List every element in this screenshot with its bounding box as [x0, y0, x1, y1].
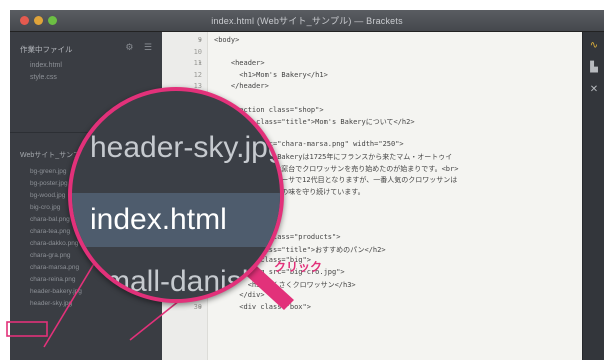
code-line[interactable]: </header>: [214, 82, 269, 90]
title-bar: index.html (Webサイト_サンプル) — Brackets: [10, 10, 604, 32]
split-view-icon[interactable]: ☰: [144, 42, 152, 52]
magnifier-zoom: header-sky.jpg index.html small-danish.p…: [68, 87, 284, 303]
right-toolbar: ∿ ▙ ✕: [582, 32, 604, 360]
fold-toggle-icon[interactable]: ▾: [198, 36, 206, 44]
working-files-header: 作業中ファイル: [20, 45, 73, 54]
code-line[interactable]: <body>: [214, 36, 239, 44]
click-callout-label: クリック: [274, 260, 323, 274]
fold-toggle-icon[interactable]: ▾: [198, 303, 206, 311]
magnified-selected-file-item[interactable]: index.html: [90, 203, 227, 237]
inspect-icon[interactable]: ✕: [588, 84, 600, 96]
fold-toggle-icon[interactable]: ▾: [198, 59, 206, 67]
magnified-file-item: header-sky.jpg: [90, 131, 284, 164]
code-line[interactable]: <header>: [214, 59, 265, 67]
line-number: 30: [193, 302, 202, 311]
open-file-item[interactable]: style.css: [30, 74, 57, 81]
file-tree-item[interactable]: header-bakery.jpg: [30, 286, 82, 298]
gear-icon[interactable]: ⚙: [125, 42, 133, 52]
line-number: 11: [193, 59, 202, 68]
file-tree-item[interactable]: chara-reina.png: [30, 274, 82, 286]
file-tree-item[interactable]: chara-marsa.png: [30, 262, 82, 274]
sidebar-header-icons: ⚙ ☰: [125, 42, 152, 53]
code-line[interactable]: <h1>Mom's Bakery</h1>: [214, 71, 328, 79]
window-title: index.html (Webサイト_サンプル) — Brackets: [211, 16, 403, 26]
line-number: 12: [193, 70, 202, 79]
extension-icon[interactable]: ▙: [588, 62, 600, 74]
live-preview-icon[interactable]: ∿: [588, 40, 600, 52]
file-tree-item[interactable]: header-sky.jpg: [30, 298, 82, 310]
code-line[interactable]: <div class="box">: [214, 303, 311, 311]
file-tree-item[interactable]: chara-gra.png: [30, 250, 82, 262]
open-file-item[interactable]: index.html: [30, 62, 62, 69]
line-number: 9: [197, 36, 202, 44]
magnified-file-item: small-danish.png: [90, 265, 284, 298]
line-number: 10: [193, 47, 202, 56]
